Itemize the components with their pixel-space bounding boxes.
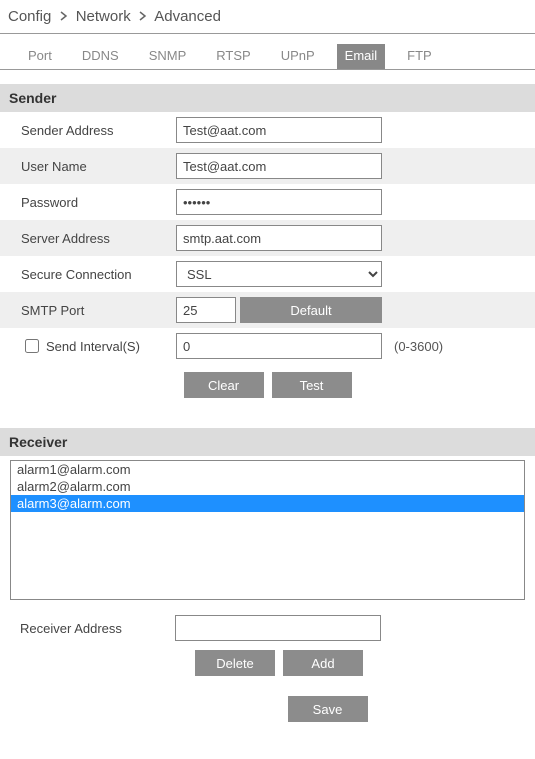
add-button[interactable]: Add bbox=[283, 650, 363, 676]
list-item[interactable]: alarm1@alarm.com bbox=[11, 461, 524, 478]
sender-button-row: Clear Test bbox=[0, 372, 535, 398]
caret-icon bbox=[139, 8, 147, 25]
checkbox-send-interval[interactable] bbox=[25, 339, 39, 353]
input-user-name[interactable] bbox=[176, 153, 382, 179]
input-smtp-port[interactable] bbox=[176, 297, 236, 323]
hint-send-interval: (0-3600) bbox=[394, 339, 443, 354]
receiver-button-row: Delete Add bbox=[195, 650, 535, 676]
input-server-address[interactable] bbox=[176, 225, 382, 251]
tab-upnp[interactable]: UPnP bbox=[273, 44, 323, 69]
row-password: Password bbox=[0, 184, 535, 220]
delete-button[interactable]: Delete bbox=[195, 650, 275, 676]
breadcrumb-network[interactable]: Network bbox=[76, 8, 131, 25]
input-send-interval[interactable] bbox=[176, 333, 382, 359]
label-server-address: Server Address bbox=[21, 231, 176, 246]
label-smtp-port: SMTP Port bbox=[21, 303, 176, 318]
row-send-interval: Send Interval(S) (0-3600) bbox=[0, 328, 535, 364]
label-sender-address: Sender Address bbox=[21, 123, 176, 138]
list-item[interactable]: alarm3@alarm.com bbox=[11, 495, 524, 512]
save-button[interactable]: Save bbox=[288, 696, 368, 722]
caret-icon bbox=[60, 8, 68, 25]
tab-port[interactable]: Port bbox=[20, 44, 60, 69]
breadcrumb: Config Network Advanced bbox=[0, 0, 535, 34]
tab-ddns[interactable]: DDNS bbox=[74, 44, 127, 69]
tab-snmp[interactable]: SNMP bbox=[141, 44, 195, 69]
sender-header: Sender bbox=[0, 84, 535, 112]
breadcrumb-advanced: Advanced bbox=[154, 8, 221, 25]
tabs-bar: Port DDNS SNMP RTSP UPnP Email FTP bbox=[0, 34, 535, 70]
label-user-name: User Name bbox=[21, 159, 176, 174]
row-smtp-port: SMTP Port Default bbox=[0, 292, 535, 328]
label-secure-connection: Secure Connection bbox=[21, 267, 176, 282]
tab-ftp[interactable]: FTP bbox=[399, 44, 440, 69]
breadcrumb-config[interactable]: Config bbox=[8, 8, 51, 25]
receiver-list[interactable]: alarm1@alarm.com alarm2@alarm.com alarm3… bbox=[10, 460, 525, 600]
test-button[interactable]: Test bbox=[272, 372, 352, 398]
label-send-interval: Send Interval(S) bbox=[46, 339, 140, 354]
row-secure-connection: Secure Connection SSL bbox=[0, 256, 535, 292]
save-row: Save bbox=[0, 696, 535, 722]
tab-email[interactable]: Email bbox=[337, 44, 386, 69]
label-password: Password bbox=[21, 195, 176, 210]
row-sender-address: Sender Address bbox=[0, 112, 535, 148]
input-sender-address[interactable] bbox=[176, 117, 382, 143]
list-item[interactable]: alarm2@alarm.com bbox=[11, 478, 524, 495]
default-port-button[interactable]: Default bbox=[240, 297, 382, 323]
receiver-header: Receiver bbox=[0, 428, 535, 456]
input-receiver-address[interactable] bbox=[175, 615, 381, 641]
input-password[interactable] bbox=[176, 189, 382, 215]
row-server-address: Server Address bbox=[0, 220, 535, 256]
tab-rtsp[interactable]: RTSP bbox=[208, 44, 258, 69]
select-secure-connection[interactable]: SSL bbox=[176, 261, 382, 287]
clear-button[interactable]: Clear bbox=[184, 372, 264, 398]
row-user-name: User Name bbox=[0, 148, 535, 184]
label-receiver-address: Receiver Address bbox=[20, 621, 175, 636]
row-receiver-address: Receiver Address bbox=[0, 610, 535, 646]
